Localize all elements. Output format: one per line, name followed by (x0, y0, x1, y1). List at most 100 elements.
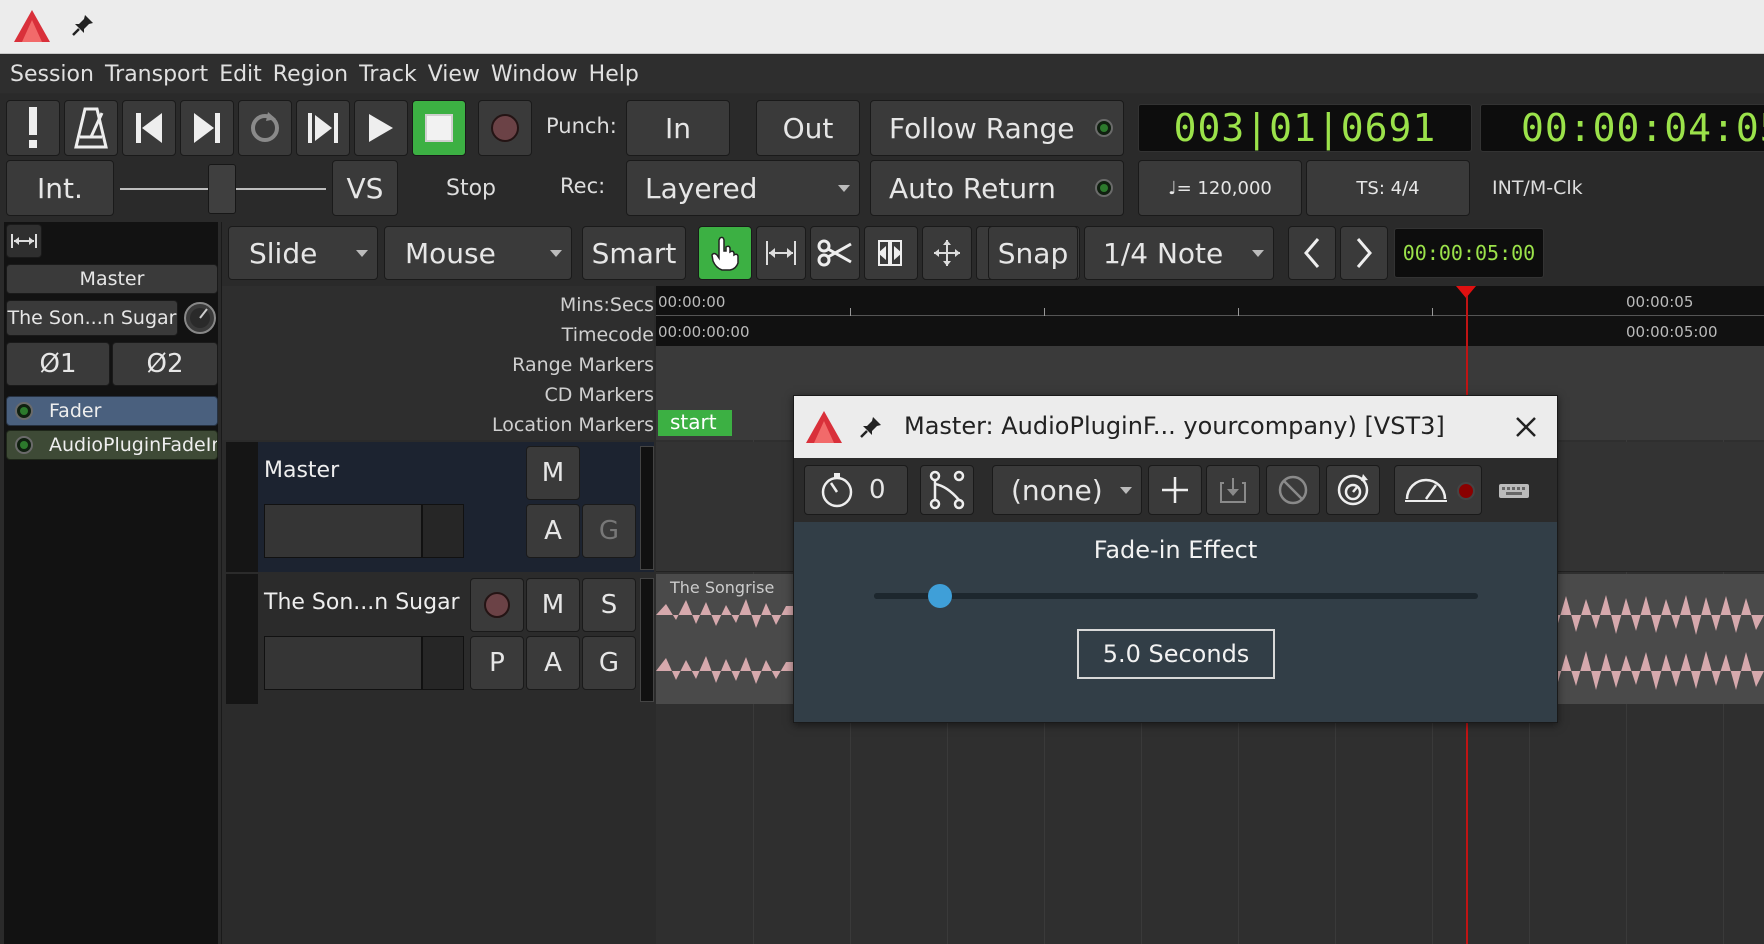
plugin-latency-button[interactable]: 0 (804, 465, 908, 515)
punch-in-button[interactable]: In (626, 100, 730, 156)
range-tool-button[interactable] (756, 226, 806, 280)
timecode-tick-5: 00:00:05:00 (1626, 323, 1718, 341)
range-tool-icon (766, 241, 796, 265)
plugin-pin-icon[interactable] (858, 414, 884, 440)
nudge-forward-button[interactable] (1340, 226, 1388, 280)
processor-plugin-led[interactable] (15, 436, 33, 454)
song-mute-button[interactable]: M (526, 578, 580, 632)
record-mode-dropdown[interactable]: Layered (626, 160, 860, 216)
stop-icon (425, 114, 453, 142)
fade-slider-thumb[interactable] (928, 584, 953, 608)
song-track-name[interactable]: The Son...n Sugar (264, 590, 460, 615)
menu-track[interactable]: Track (359, 62, 417, 87)
menu-region[interactable]: Region (273, 62, 348, 87)
pin-icon[interactable] (70, 12, 96, 38)
record-button[interactable] (478, 100, 532, 156)
smart-mode-button[interactable]: Smart (582, 226, 686, 280)
song-automation-button[interactable]: A (526, 636, 580, 690)
plugin-delete-preset-button[interactable] (1266, 465, 1320, 515)
loop-button[interactable] (238, 100, 292, 156)
master-group-button[interactable]: G (582, 504, 636, 558)
play-range-button[interactable] (296, 100, 350, 156)
menu-view[interactable]: View (428, 62, 480, 87)
master-track-color (226, 442, 258, 572)
strip-name-master[interactable]: Master (6, 264, 218, 294)
shuttle-slider[interactable] (120, 164, 326, 214)
master-track-header[interactable]: Master M A G (226, 442, 654, 572)
song-record-arm-button[interactable] (470, 578, 524, 632)
menu-session[interactable]: Session (10, 62, 94, 87)
song-group-button[interactable]: G (582, 636, 636, 690)
plugin-analysis-button[interactable] (1394, 465, 1482, 515)
audition-tool-button[interactable] (922, 226, 972, 280)
goto-end-button[interactable] (180, 100, 234, 156)
cut-tool-button[interactable] (810, 226, 860, 280)
minsecs-ruler[interactable]: 00:00:00 00:00:05 (656, 286, 1764, 316)
stop-button[interactable] (412, 100, 466, 156)
plugin-analysis-led (1457, 482, 1475, 500)
goto-start-button[interactable] (122, 100, 176, 156)
transport-bar: Punch: In Out Follow Range 003|01|0691 0… (0, 94, 1764, 222)
master-track-name[interactable]: Master (264, 458, 339, 483)
grid-type-dropdown[interactable]: 1/4 Note (1084, 226, 1274, 280)
master-gain-fader[interactable] (264, 504, 464, 558)
fade-time-slider[interactable] (874, 582, 1478, 610)
edit-mode-dropdown[interactable]: Slide (228, 226, 378, 280)
internal-sync-button[interactable]: Int. (6, 160, 114, 216)
vari-speed-button[interactable]: VS (332, 160, 398, 216)
follow-range-button[interactable]: Follow Range (870, 100, 1124, 156)
song-playlist-button[interactable]: P (470, 636, 524, 690)
shuttle-knob[interactable] (208, 164, 236, 214)
plugin-preset-dropdown[interactable]: (none) (992, 465, 1142, 515)
phase-invert-1-button[interactable]: Ø1 (6, 342, 110, 386)
master-automation-button[interactable]: A (526, 504, 580, 558)
timecode-ruler[interactable]: 00:00:00:00 00:00:05:00 (656, 316, 1764, 346)
processor-fader-led[interactable] (15, 402, 33, 420)
plugin-toolbar: 0 (none) (794, 458, 1557, 522)
ripple-mode-dropdown[interactable]: Mouse (384, 226, 572, 280)
punch-out-button[interactable]: Out (756, 100, 860, 156)
song-solo-button[interactable]: S (582, 578, 636, 632)
menu-transport[interactable]: Transport (105, 62, 208, 87)
trim-knob[interactable] (182, 300, 218, 336)
plugin-save-preset-button[interactable] (1206, 465, 1260, 515)
song-gain-fader[interactable] (264, 636, 464, 690)
menu-window[interactable]: Window (491, 62, 578, 87)
processor-fadein-plugin[interactable]: AudioPluginFadeIn (6, 430, 218, 460)
strip-width-button[interactable] (6, 224, 42, 258)
master-mute-button[interactable]: M (526, 446, 580, 500)
plugin-add-preset-button[interactable] (1148, 465, 1202, 515)
plugin-window-title: Master: AudioPluginF... yourcompany) [VS… (904, 412, 1445, 440)
primary-clock-bbt[interactable]: 003|01|0691 (1138, 104, 1472, 152)
midi-panic-button[interactable] (6, 100, 60, 156)
strip-input-button[interactable]: The Son...n Sugar (6, 300, 178, 336)
auto-return-button[interactable]: Auto Return (870, 160, 1124, 216)
snap-toggle-button[interactable]: Snap (988, 226, 1078, 280)
fade-time-display[interactable]: 5.0 Seconds (1077, 629, 1275, 679)
play-range-icon (308, 113, 338, 143)
menu-help[interactable]: Help (589, 62, 639, 87)
keyboard-icon[interactable] (1498, 480, 1530, 500)
plugin-pin-config-button[interactable] (920, 465, 974, 515)
plugin-titlebar[interactable]: Master: AudioPluginF... yourcompany) [VS… (794, 396, 1557, 458)
location-marker-start[interactable]: start (658, 410, 732, 436)
stretch-tool-button[interactable] (864, 226, 918, 280)
song-track-header[interactable]: The Son...n Sugar M S P A G (226, 574, 654, 704)
plugin-bypass-button[interactable] (1326, 465, 1380, 515)
follow-range-led (1095, 119, 1113, 137)
play-button[interactable] (354, 100, 408, 156)
secondary-clock-timecode[interactable]: 00:00:04:05 (1480, 104, 1764, 152)
nudge-back-button[interactable] (1288, 226, 1336, 280)
metronome-button[interactable] (64, 100, 118, 156)
punch-label: Punch: (546, 114, 617, 138)
phase-invert-2-button[interactable]: Ø2 (112, 342, 218, 386)
nudge-clock[interactable]: 00:00:05:00 (1394, 228, 1544, 278)
time-signature-button[interactable]: TS: 4/4 (1306, 160, 1470, 216)
minsecs-tick (1044, 308, 1045, 316)
menu-edit[interactable]: Edit (219, 62, 262, 87)
processor-fader[interactable]: Fader (6, 396, 218, 426)
follow-range-label: Follow Range (889, 111, 1075, 145)
plugin-close-icon[interactable] (1514, 415, 1538, 439)
grab-tool-button[interactable] (698, 226, 752, 280)
tempo-button[interactable]: ♩= 120,000 (1138, 160, 1302, 216)
